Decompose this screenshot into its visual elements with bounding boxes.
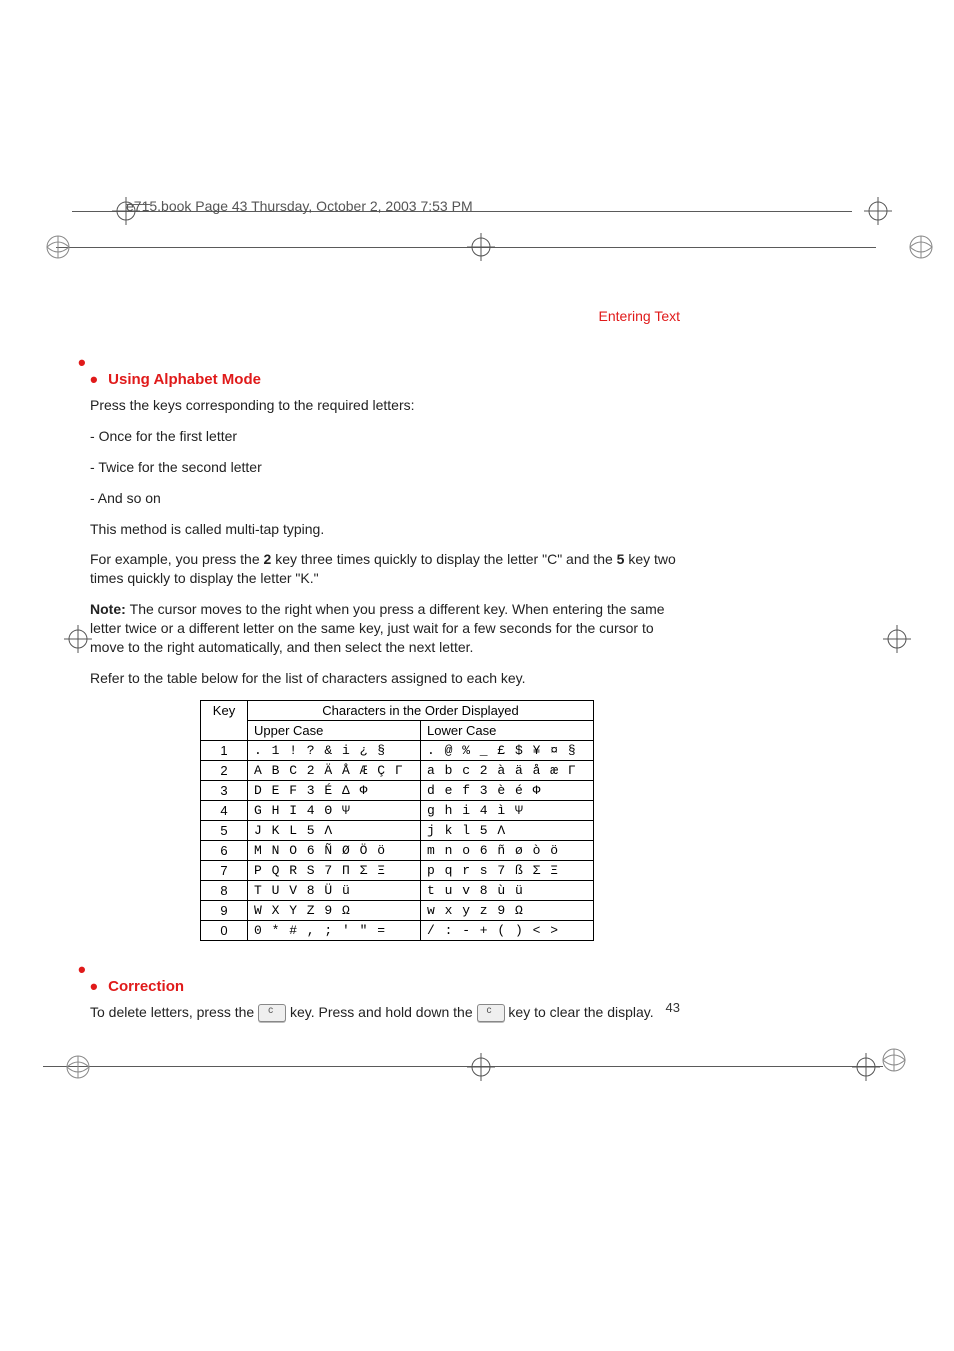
list-item: - Once for the first letter [90, 427, 680, 446]
table-row: 5J K L 5 Λj k l 5 Λ [201, 820, 594, 840]
table-header-key: Key [201, 700, 248, 740]
page-number: 43 [90, 1000, 680, 1015]
note-body: The cursor moves to the right when you p… [90, 601, 665, 655]
table-cell-upper: 0 * # , ; ' " = [248, 920, 421, 940]
table-cell-upper: P Q R S 7 Π Σ Ξ [248, 860, 421, 880]
registration-globe-icon [64, 1053, 92, 1081]
section-title: Correction [108, 978, 184, 995]
character-table: Key Characters in the Order Displayed Up… [200, 700, 594, 941]
registration-globe-icon [880, 1046, 908, 1079]
registration-mark-icon [883, 625, 911, 653]
table-header-span: Characters in the Order Displayed [248, 700, 594, 720]
table-cell-lower: g h i 4 ì Ψ [421, 800, 594, 820]
book-header-text: e715.book Page 43 Thursday, October 2, 2… [126, 198, 473, 214]
table-cell-lower: t u v 8 ù ü [421, 880, 594, 900]
section-heading-alphabet-mode: •• Using Alphabet Mode [90, 354, 680, 388]
table-row: 8T U V 8 Ü üt u v 8 ù ü [201, 880, 594, 900]
table-cell-key: 3 [201, 780, 248, 800]
table-row: 7P Q R S 7 Π Σ Ξp q r s 7 ß Σ Ξ [201, 860, 594, 880]
table-row: 4G H I 4 Θ Ψg h i 4 ì Ψ [201, 800, 594, 820]
table-cell-lower: d e f 3 è é Φ [421, 780, 594, 800]
crop-line [56, 247, 876, 248]
text-run: For example, you press the [90, 551, 264, 567]
table-cell-lower: / : - + ( ) < > [421, 920, 594, 940]
table-cell-upper: D E F 3 É Δ Φ [248, 780, 421, 800]
table-cell-key: 4 [201, 800, 248, 820]
table-row: 6M N O 6 Ñ Ø Ö öm n o 6 ñ ø ò ö [201, 840, 594, 860]
table-cell-key: 7 [201, 860, 248, 880]
table-cell-lower: j k l 5 Λ [421, 820, 594, 840]
paragraph: Refer to the table below for the list of… [90, 669, 680, 688]
registration-mark-icon [64, 625, 92, 653]
registration-mark-icon [852, 1053, 880, 1081]
table-cell-lower: a b c 2 à ä å æ Γ [421, 760, 594, 780]
text-run: key three times quickly to display the l… [271, 551, 616, 567]
table-cell-key: 5 [201, 820, 248, 840]
bullet-icon: • [90, 375, 104, 385]
registration-mark-icon [467, 1053, 495, 1081]
table-cell-key: 1 [201, 740, 248, 760]
page-content: Entering Text •• Using Alphabet Mode Pre… [90, 308, 680, 1034]
table-cell-upper: J K L 5 Λ [248, 820, 421, 840]
table-cell-key: 6 [201, 840, 248, 860]
table-cell-upper: . 1 ! ? & i ¿ § [248, 740, 421, 760]
table-row: 00 * # , ; ' " =/ : - + ( ) < > [201, 920, 594, 940]
table-cell-upper: W X Y Z 9 Ω [248, 900, 421, 920]
running-title: Entering Text [90, 308, 680, 324]
table-row: 3D E F 3 É Δ Φd e f 3 è é Φ [201, 780, 594, 800]
registration-mark-icon [467, 233, 495, 261]
table-header-upper: Upper Case [248, 720, 421, 740]
table-cell-upper: T U V 8 Ü ü [248, 880, 421, 900]
list-item-label: Twice for the second letter [98, 459, 261, 475]
table-header-lower: Lower Case [421, 720, 594, 740]
table-cell-upper: G H I 4 Θ Ψ [248, 800, 421, 820]
paragraph-note: Note: The cursor moves to the right when… [90, 600, 680, 657]
section-title: Using Alphabet Mode [108, 371, 261, 388]
note-label: Note: [90, 601, 130, 617]
table-cell-lower: w x y z 9 Ω [421, 900, 594, 920]
table-cell-key: 9 [201, 900, 248, 920]
crop-line [43, 1066, 883, 1067]
list-item-label: And so on [98, 490, 161, 506]
table-cell-upper: A B C 2 Ä Å Æ Ç Γ [248, 760, 421, 780]
table-row: 9W X Y Z 9 Ωw x y z 9 Ω [201, 900, 594, 920]
table-row: 1. 1 ! ? & i ¿ §. @ % _ £ $ ¥ ¤ § [201, 740, 594, 760]
list-item-label: Once for the first letter [99, 428, 238, 444]
registration-globe-icon [44, 233, 72, 261]
paragraph: This method is called multi-tap typing. [90, 520, 680, 539]
table-cell-key: 0 [201, 920, 248, 940]
registration-mark-icon [864, 197, 892, 225]
list-item: - And so on [90, 489, 680, 508]
table-cell-key: 2 [201, 760, 248, 780]
list-item: - Twice for the second letter [90, 458, 680, 477]
paragraph: Press the keys corresponding to the requ… [90, 396, 680, 415]
table-cell-lower: m n o 6 ñ ø ò ö [421, 840, 594, 860]
table-cell-lower: . @ % _ £ $ ¥ ¤ § [421, 740, 594, 760]
registration-globe-icon [907, 233, 935, 261]
table-cell-upper: M N O 6 Ñ Ø Ö ö [248, 840, 421, 860]
table-cell-lower: p q r s 7 ß Σ Ξ [421, 860, 594, 880]
table-row: 2A B C 2 Ä Å Æ Ç Γa b c 2 à ä å æ Γ [201, 760, 594, 780]
section-heading-correction: •• Correction [90, 961, 680, 995]
paragraph-example: For example, you press the 2 key three t… [90, 550, 680, 588]
bullet-icon: • [90, 982, 104, 992]
table-cell-key: 8 [201, 880, 248, 900]
